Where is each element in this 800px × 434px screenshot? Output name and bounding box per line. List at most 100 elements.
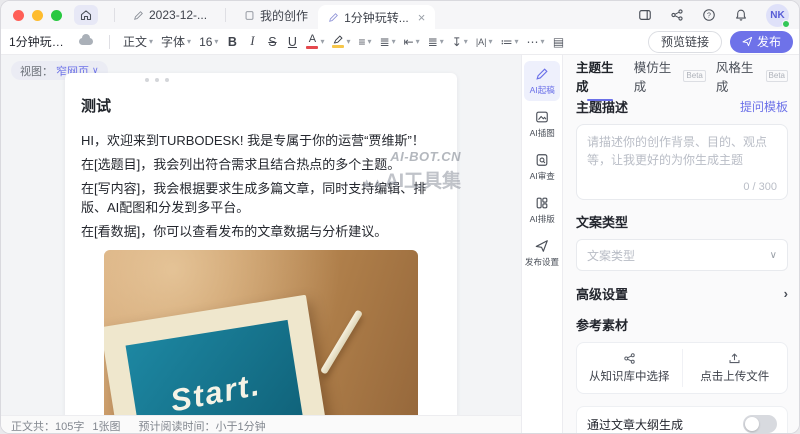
caret-down-icon: ▾ bbox=[320, 37, 324, 46]
photo-paper: Start. bbox=[104, 295, 332, 434]
tab-label: 1分钟玩转... bbox=[344, 9, 409, 26]
bold-button[interactable]: B bbox=[223, 35, 241, 49]
close-tab-icon[interactable]: × bbox=[418, 11, 426, 24]
sidebar-toggle-icon[interactable] bbox=[638, 8, 652, 22]
format-toolbar: 1分钟玩转T... 正文 ▾ 字体 ▾ 16 ▾ B I S U A ▾ bbox=[1, 29, 800, 55]
strikethrough-button[interactable]: S bbox=[263, 35, 281, 49]
caret-down-icon: ▾ bbox=[149, 37, 153, 46]
reference-material-label: 参考素材 bbox=[576, 315, 628, 334]
line-height-dropdown[interactable]: ≣ ▾ bbox=[377, 33, 399, 51]
advanced-settings-row[interactable]: 高级设置 › bbox=[576, 284, 788, 303]
doc-paragraph: HI，欢迎来到TURBODESK! 我是专属于你的运营“贾维斯”！ bbox=[81, 131, 441, 150]
format-painter-button[interactable]: ▤ bbox=[550, 35, 568, 49]
pencil-icon bbox=[328, 12, 339, 23]
paragraph-spacing-dropdown[interactable]: ≣ ▾ bbox=[425, 33, 447, 51]
document-icon bbox=[244, 10, 255, 21]
caret-down-icon: ▾ bbox=[187, 37, 191, 46]
rail-item-ai-draft[interactable]: AI起稿 bbox=[524, 61, 560, 101]
font-size-dropdown[interactable]: 16 ▾ bbox=[196, 33, 221, 51]
underline-button[interactable]: U bbox=[283, 35, 301, 49]
insert-below-dropdown[interactable]: ↧ ▾ bbox=[449, 33, 471, 51]
topic-description-textarea[interactable]: 请描述你的创作背景、目的、观点等，让我更好的为你生成主题 0 / 300 bbox=[576, 124, 788, 200]
document-canvas[interactable]: 测试 HI，欢迎来到TURBODESK! 我是专属于你的运营“贾维斯”！ 在[选… bbox=[65, 73, 457, 434]
upload-file-button[interactable]: 点击上传文件 bbox=[683, 343, 788, 393]
rail-item-ai-illustration[interactable]: AI插图 bbox=[524, 104, 560, 144]
rail-item-publish-settings[interactable]: 发布设置 bbox=[524, 233, 560, 273]
block-handle-dots[interactable] bbox=[145, 78, 169, 82]
tab-my-creations[interactable]: 我的创作 bbox=[234, 1, 318, 29]
ai-tool-rail: AI起稿 AI插图 AI审查 AI排版 发布设置 bbox=[521, 55, 563, 434]
generation-panel: 主题生成 模仿生成 Beta 风格生成 Beta 主题描述 提问模板 请描述你的… bbox=[563, 55, 800, 434]
view-label: 视图： bbox=[20, 63, 53, 79]
select-from-knowledge-base-button[interactable]: 从知识库中选择 bbox=[577, 343, 682, 393]
caret-down-icon: ▾ bbox=[464, 37, 468, 46]
pencil-icon bbox=[133, 10, 144, 21]
highlight-color-dropdown[interactable]: ▾ bbox=[329, 33, 353, 50]
minimize-window-button[interactable] bbox=[32, 10, 43, 21]
font-color-icon: A bbox=[306, 34, 318, 49]
outline-toggle-label: 通过文章大纲生成 bbox=[587, 416, 683, 433]
pencil-icon bbox=[535, 67, 549, 81]
online-status-badge bbox=[782, 20, 790, 28]
document-search-icon bbox=[535, 153, 549, 167]
rail-item-label: AI起稿 bbox=[529, 83, 554, 95]
rail-item-ai-review[interactable]: AI审查 bbox=[524, 147, 560, 187]
rail-item-ai-layout[interactable]: AI排版 bbox=[524, 190, 560, 230]
copy-type-select[interactable]: 文案类型 ∨ bbox=[576, 239, 788, 271]
ellipsis-icon: ⋯ bbox=[527, 35, 539, 49]
doc-paragraph: 在[写内容]，我会根据要求生成多篇文章，同时支持编辑、排版、AI配图和分发到多平… bbox=[81, 179, 441, 217]
list-dropdown[interactable]: ≔ ▾ bbox=[498, 33, 522, 51]
publish-button[interactable]: 发布 bbox=[730, 31, 793, 53]
list-icon: ≔ bbox=[501, 35, 513, 49]
caret-down-icon: ▾ bbox=[392, 37, 396, 46]
caret-down-icon: ▾ bbox=[416, 37, 420, 46]
highlighter-icon bbox=[332, 35, 344, 48]
font-color-dropdown[interactable]: A ▾ bbox=[303, 32, 327, 51]
chevron-right-icon: › bbox=[784, 286, 788, 301]
char-counter: 0 / 300 bbox=[743, 181, 777, 193]
caret-down-icon: ▾ bbox=[440, 37, 444, 46]
tab-topic-generation[interactable]: 主题生成 bbox=[576, 57, 624, 95]
rail-item-label: AI排版 bbox=[529, 212, 554, 224]
avatar-initials: NK bbox=[770, 10, 784, 21]
outline-generation-row: 通过文章大纲生成 bbox=[576, 406, 788, 434]
paragraph-style-dropdown[interactable]: 正文 ▾ bbox=[120, 31, 156, 52]
tab-imitation-generation[interactable]: 模仿生成 Beta bbox=[634, 57, 706, 95]
caret-down-icon: ▾ bbox=[541, 37, 545, 46]
italic-button[interactable]: I bbox=[243, 34, 261, 49]
publish-label: 发布 bbox=[757, 33, 781, 50]
notifications-bell-icon[interactable] bbox=[734, 8, 748, 22]
preview-link-button[interactable]: 预览链接 bbox=[648, 31, 722, 53]
tab-active-doc[interactable]: 1分钟玩转... × bbox=[318, 5, 435, 29]
read-time: 预计阅读时间：小于1分钟 bbox=[138, 418, 265, 434]
outline-toggle[interactable] bbox=[743, 415, 777, 433]
font-family-dropdown[interactable]: 字体 ▾ bbox=[158, 31, 194, 52]
beta-badge: Beta bbox=[683, 70, 705, 82]
layout-icon bbox=[535, 196, 549, 210]
upload-button-label: 点击上传文件 bbox=[700, 368, 769, 384]
home-button[interactable] bbox=[74, 5, 98, 25]
tab-style-generation[interactable]: 风格生成 Beta bbox=[716, 57, 788, 95]
user-avatar[interactable]: NK bbox=[766, 4, 789, 27]
align-dropdown[interactable]: ≡ ▾ bbox=[355, 33, 374, 51]
select-placeholder: 文案类型 bbox=[587, 247, 635, 264]
share-icon[interactable] bbox=[670, 8, 684, 22]
font-family-value: 字体 bbox=[161, 33, 185, 50]
question-template-link[interactable]: 提问模板 bbox=[740, 98, 788, 115]
more-tools-dropdown[interactable]: ⋯ ▾ bbox=[524, 33, 548, 51]
zoom-window-button[interactable] bbox=[51, 10, 62, 21]
letter-spacing-dropdown[interactable]: |A| ▾ bbox=[473, 35, 496, 49]
titlebar-actions: ? NK bbox=[638, 4, 800, 27]
close-window-button[interactable] bbox=[13, 10, 24, 21]
svg-text:?: ? bbox=[707, 13, 711, 20]
letter-spacing-icon: |A| bbox=[476, 37, 487, 47]
indent-dropdown[interactable]: ⇤ ▾ bbox=[401, 33, 423, 51]
cloud-sync-icon bbox=[79, 38, 93, 45]
reference-material-card: 从知识库中选择 点击上传文件 bbox=[576, 342, 788, 394]
tab-recent-doc[interactable]: 2023-12-... bbox=[123, 1, 217, 29]
advanced-settings-label: 高级设置 bbox=[576, 284, 628, 303]
document-title: 1分钟玩转T... bbox=[9, 33, 71, 50]
help-icon[interactable]: ? bbox=[702, 8, 716, 22]
inline-image-start-photo[interactable]: Start. bbox=[104, 250, 418, 434]
kb-button-label: 从知识库中选择 bbox=[589, 368, 670, 384]
